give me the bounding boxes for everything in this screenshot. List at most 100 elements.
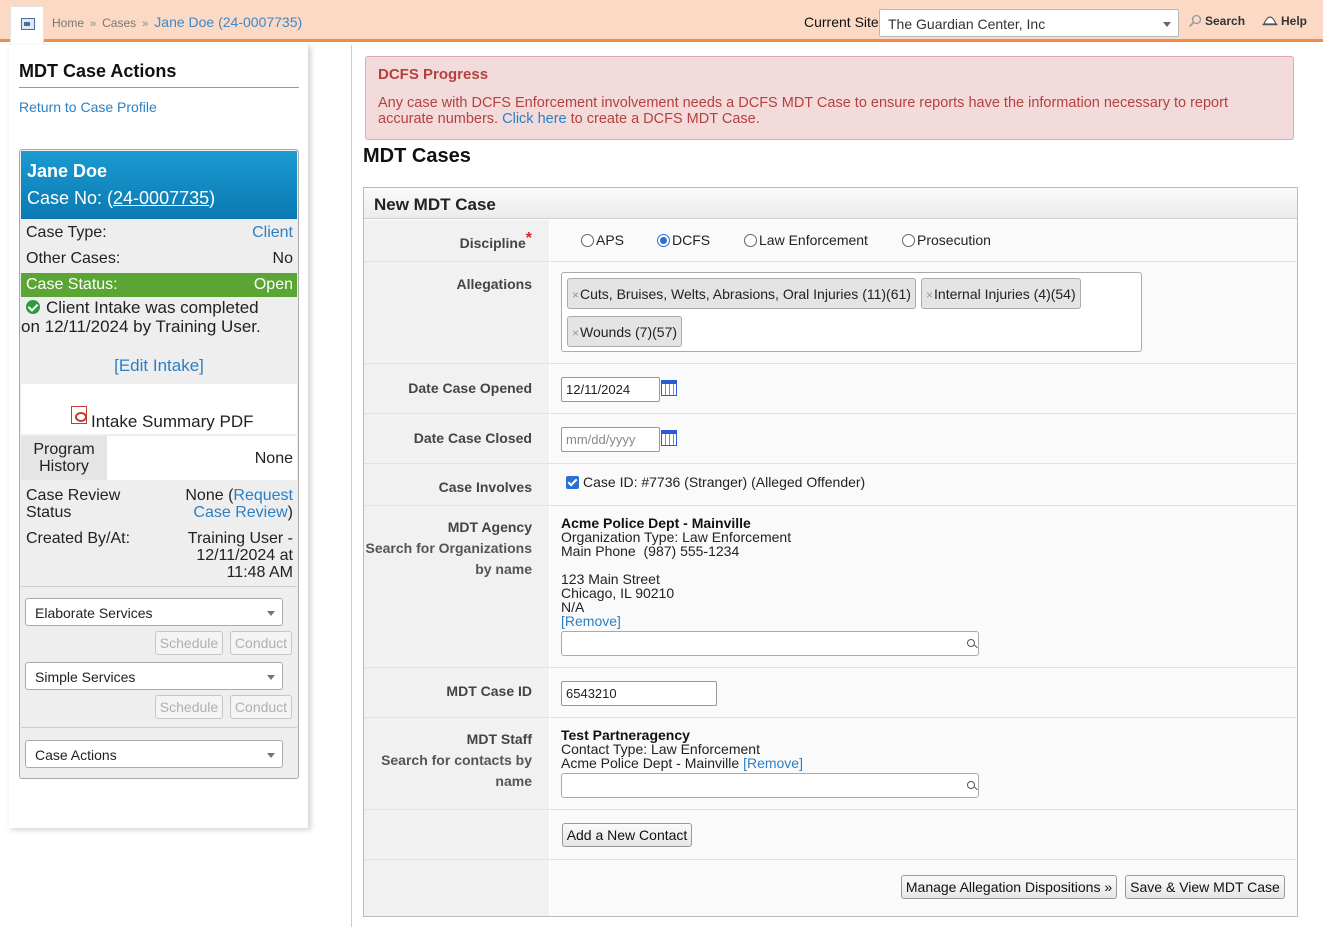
radio-button-icon bbox=[581, 234, 594, 247]
simple-conduct-button[interactable]: Conduct bbox=[230, 695, 292, 719]
breadcrumb-current[interactable]: Jane Doe (24-0007735) bbox=[154, 14, 302, 30]
save-and-view-mdt-case-button[interactable]: Save & View MDT Case bbox=[1125, 875, 1285, 899]
form-title: New MDT Case bbox=[364, 188, 1297, 219]
date-closed-label: Date Case Closed bbox=[364, 414, 549, 463]
case-card: Jane Doe Case No: (24-0007735) Case Type… bbox=[19, 149, 299, 779]
case-type-value[interactable]: Client bbox=[252, 224, 293, 242]
help-link[interactable]: Help bbox=[1262, 14, 1307, 28]
case-involves-checkbox[interactable]: Case ID: #7736 (Stranger) (Alleged Offen… bbox=[566, 474, 865, 490]
allegation-tag-label: Internal Injuries (4)(54) bbox=[934, 286, 1076, 302]
remove-tag-icon[interactable]: × bbox=[926, 288, 933, 302]
case-involves-value: Case ID: #7736 (Stranger) (Alleged Offen… bbox=[583, 474, 866, 490]
return-to-case-profile-link[interactable]: Return to Case Profile bbox=[19, 99, 157, 115]
allegation-tag-label: Wounds (7)(57) bbox=[580, 324, 678, 340]
calendar-icon[interactable] bbox=[661, 430, 677, 446]
remove-staff-link[interactable]: [Remove] bbox=[743, 755, 803, 771]
discipline-prosecution-radio[interactable]: Prosecution bbox=[902, 232, 991, 248]
chevron-down-icon bbox=[1163, 22, 1171, 27]
elaborate-services-select[interactable]: Elaborate Services bbox=[25, 598, 283, 626]
remove-tag-icon[interactable]: × bbox=[572, 288, 579, 302]
dcfs-alert: DCFS Progress Any case with DCFS Enforce… bbox=[365, 56, 1294, 140]
chevron-down-icon bbox=[267, 611, 275, 616]
case-card-header: Jane Doe Case No: (24-0007735) bbox=[21, 151, 297, 219]
divider bbox=[21, 586, 297, 587]
radio-button-icon bbox=[902, 234, 915, 247]
remove-agency-link[interactable]: [Remove] bbox=[561, 613, 621, 629]
mdt-agency-label-text: MDT Agency bbox=[447, 519, 532, 535]
case-review-none: None ( bbox=[185, 487, 234, 504]
program-history-label-line1: Program bbox=[33, 441, 95, 458]
breadcrumb-separator: » bbox=[142, 18, 149, 30]
case-actions-select[interactable]: Case Actions bbox=[25, 740, 283, 768]
mdt-case-id-field: 6543210 bbox=[550, 668, 1297, 717]
allegations-input[interactable]: ×Cuts, Bruises, Welts, Abrasions, Oral I… bbox=[561, 272, 1142, 352]
edit-intake-link[interactable]: [Edit Intake] bbox=[21, 356, 297, 376]
discipline-dcfs-radio[interactable]: DCFS bbox=[657, 232, 710, 248]
created-line3: 11:48 AM bbox=[226, 564, 293, 581]
create-dcfs-case-link[interactable]: Click here bbox=[502, 111, 566, 127]
allegation-tag-label: Cuts, Bruises, Welts, Abrasions, Oral In… bbox=[580, 286, 911, 302]
simple-services-select[interactable]: Simple Services bbox=[25, 662, 283, 690]
simple-services-label: Simple Services bbox=[35, 669, 136, 685]
staff-org: Acme Police Dept - Mainville bbox=[561, 755, 740, 771]
mdt-agency-row: MDT Agency Search for Organizations by n… bbox=[364, 506, 1297, 668]
discipline-law-enforcement-label: Law Enforcement bbox=[759, 232, 868, 248]
agency-search-input[interactable] bbox=[561, 631, 979, 656]
discipline-row: Discipline* APS DCFS Law Enforcement Pro… bbox=[364, 220, 1297, 262]
app-menu-icon[interactable] bbox=[10, 6, 44, 46]
case-involves-row: Case Involves Case ID: #7736 (Stranger) … bbox=[364, 464, 1297, 506]
elaborate-schedule-button[interactable]: Schedule bbox=[155, 631, 223, 655]
discipline-aps-radio[interactable]: APS bbox=[581, 232, 624, 248]
case-review-value: None (Request Case Review) bbox=[185, 487, 293, 521]
search-label: Search bbox=[1205, 14, 1246, 28]
other-cases-value: No bbox=[272, 250, 293, 267]
case-review-close: ) bbox=[287, 504, 293, 521]
top-bar: Home » Cases » Jane Doe (24-0007735) Current… bbox=[0, 0, 1323, 46]
mdt-agency-label: MDT Agency Search for Organizations by n… bbox=[364, 506, 549, 667]
case-type-row: Case Type: Client bbox=[21, 220, 297, 246]
staff-search-input[interactable] bbox=[561, 773, 979, 798]
calendar-icon[interactable] bbox=[661, 380, 677, 396]
request-case-review-link-part1[interactable]: Request bbox=[233, 487, 293, 504]
remove-tag-icon[interactable]: × bbox=[572, 326, 579, 340]
mdt-staff-hint-line2: name bbox=[495, 773, 532, 789]
help-label: Help bbox=[1281, 14, 1308, 28]
elaborate-conduct-button[interactable]: Conduct bbox=[230, 631, 292, 655]
agency-details: Acme Police Dept - Mainville Organizatio… bbox=[561, 516, 791, 628]
simple-schedule-button[interactable]: Schedule bbox=[155, 695, 223, 719]
chevron-down-icon bbox=[267, 753, 275, 758]
mdt-staff-label-text: MDT Staff bbox=[466, 731, 532, 747]
breadcrumb: Home » Cases » Jane Doe (24-0007735) bbox=[52, 14, 302, 30]
manage-allegation-dispositions-button[interactable]: Manage Allegation Dispositions » bbox=[901, 875, 1117, 899]
add-contact-row: Add a New Contact bbox=[364, 810, 1297, 860]
intake-status: Client Intake was completed on 12/11/202… bbox=[21, 298, 297, 336]
mdt-case-id-label: MDT Case ID bbox=[364, 668, 549, 717]
created-value: Training User -12/11/2024 at 11:48 AM bbox=[188, 530, 293, 581]
site-select[interactable]: The Guardian Center, Inc bbox=[879, 9, 1179, 37]
search-link[interactable]: Search bbox=[1188, 14, 1245, 28]
breadcrumb-home[interactable]: Home bbox=[52, 16, 84, 30]
request-case-review-link-part2[interactable]: Case Review bbox=[193, 504, 287, 521]
date-closed-input[interactable]: mm/dd/yyyy bbox=[561, 427, 660, 452]
mdt-staff-row: MDT Staff Search for contacts by name Te… bbox=[364, 718, 1297, 810]
checkbox-checked-icon bbox=[566, 476, 579, 489]
discipline-prosecution-label: Prosecution bbox=[917, 232, 991, 248]
discipline-law-enforcement-radio[interactable]: Law Enforcement bbox=[744, 232, 868, 248]
search-icon bbox=[967, 781, 975, 789]
date-opened-input[interactable]: 12/11/2024 bbox=[561, 377, 660, 402]
intake-summary-pdf-link[interactable]: Intake Summary PDF bbox=[21, 384, 297, 434]
breadcrumb-cases[interactable]: Cases bbox=[102, 16, 136, 30]
add-contact-label-cell bbox=[364, 810, 549, 859]
radio-button-selected-icon bbox=[657, 234, 670, 247]
current-site-label: Current Site bbox=[804, 14, 879, 30]
add-new-contact-button[interactable]: Add a New Contact bbox=[562, 823, 692, 847]
page-title: MDT Cases bbox=[363, 145, 471, 167]
intake-status-line1: Client Intake was completed bbox=[46, 298, 259, 317]
created-line1: Training User - bbox=[187, 530, 293, 547]
case-number-link[interactable]: 24-0007735 bbox=[113, 188, 209, 208]
mdt-case-id-input[interactable]: 6543210 bbox=[561, 681, 717, 706]
form-actions-row: Manage Allegation Dispositions » Save & … bbox=[364, 860, 1297, 916]
case-number-close: ) bbox=[209, 188, 216, 208]
site-select-value: The Guardian Center, Inc bbox=[888, 16, 1046, 32]
case-review-label-line2: Status bbox=[26, 504, 72, 521]
